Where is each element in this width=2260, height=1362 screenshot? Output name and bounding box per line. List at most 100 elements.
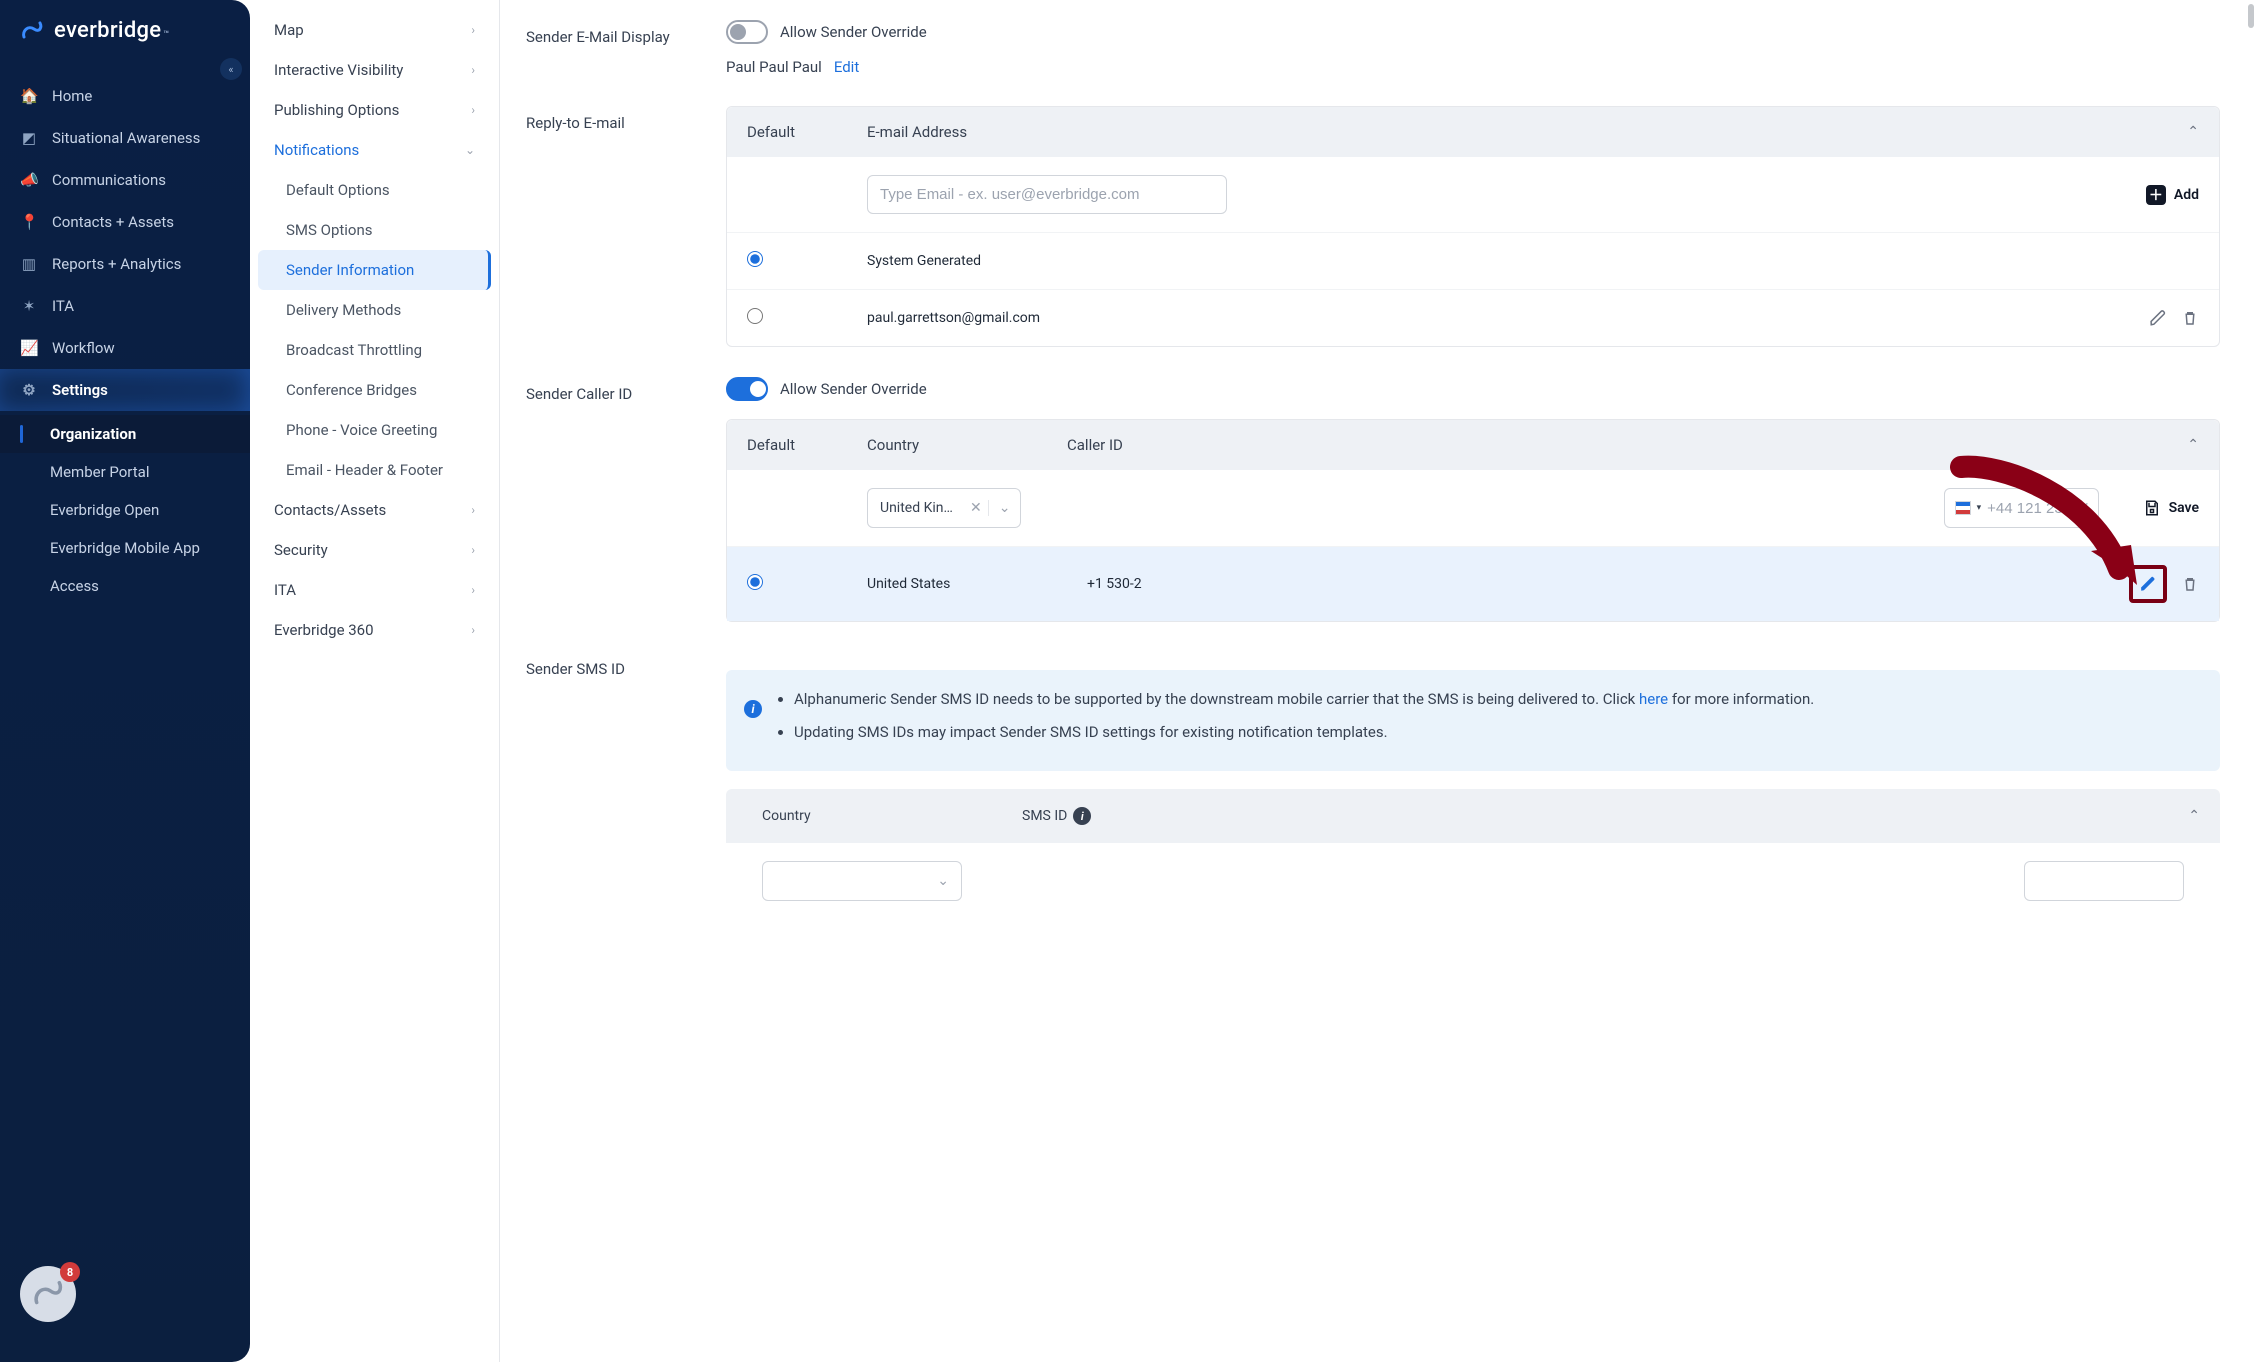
sms-id-input[interactable] [2024, 861, 2184, 901]
tree-phone-greeting[interactable]: Phone - Voice Greeting [258, 410, 491, 450]
tree-broadcast-throttling[interactable]: Broadcast Throttling [258, 330, 491, 370]
nav-label: Contacts + Assets [52, 213, 174, 231]
chevron-right-icon: › [471, 543, 475, 557]
allow-sender-override-email-toggle[interactable] [726, 20, 768, 44]
email-input[interactable] [867, 175, 1227, 214]
info-bullet: Updating SMS IDs may impact Sender SMS I… [794, 721, 2200, 744]
allow-override-email-text: Allow Sender Override [780, 23, 927, 41]
add-email-button[interactable]: ＋ Add [2146, 185, 2199, 205]
uk-flag-icon [1955, 501, 1971, 515]
save-caller-button[interactable]: Save [2143, 499, 2199, 517]
user-avatar[interactable]: 8 [20, 1266, 76, 1322]
caller-radio-us[interactable] [747, 574, 763, 590]
nav-ita[interactable]: ✶ITA [0, 285, 250, 327]
tree-publishing-options[interactable]: Publishing Options› [258, 90, 491, 130]
subnav-everbridge-open[interactable]: Everbridge Open [0, 491, 250, 529]
delete-icon[interactable] [2181, 575, 2199, 593]
caller-id-input[interactable] [1987, 500, 2088, 517]
sms-country-select[interactable]: ⌄ [762, 861, 962, 901]
tree-email-header-footer[interactable]: Email - Header & Footer [258, 450, 491, 490]
scrollbar-thumb[interactable] [2248, 4, 2254, 28]
tree-notifications[interactable]: Notifications⌄ [258, 130, 491, 170]
info-text: for more information. [1668, 690, 1814, 708]
tree-interactive-visibility[interactable]: Interactive Visibility › [258, 50, 491, 90]
sms-add-row: ⌄ [726, 843, 2220, 919]
tree-label: Security [274, 541, 328, 559]
edit-icon[interactable] [2149, 309, 2167, 327]
phone-country-dropdown[interactable]: ▾ [1977, 503, 1982, 513]
nav-reports-analytics[interactable]: ▥ Reports + Analytics [0, 243, 250, 285]
edit-sender-name-link[interactable]: Edit [834, 58, 859, 76]
collapse-panel-icon[interactable]: ⌃ [2188, 808, 2200, 824]
nav-communications[interactable]: 📣Communications [0, 159, 250, 201]
tree-label: Interactive Visibility [274, 61, 403, 79]
reply-row-custom: paul.garrettson@gmail.com [727, 290, 2219, 346]
primary-nav: 🏠Home ◩Situational Awareness 📣Communicat… [0, 75, 250, 411]
nav-contacts-assets[interactable]: 📍Contacts + Assets [0, 201, 250, 243]
tree-delivery-methods[interactable]: Delivery Methods [258, 290, 491, 330]
info-icon: i [744, 700, 762, 718]
collapse-panel-icon[interactable]: ⌃ [2187, 124, 2199, 140]
subnav-label: Access [50, 577, 99, 595]
info-text: Alphanumeric Sender SMS ID needs to be s… [794, 690, 1639, 708]
info-here-link[interactable]: here [1639, 690, 1668, 708]
tree-sub-label: Conference Bridges [286, 381, 417, 399]
tree-sender-information[interactable]: Sender Information [258, 250, 491, 290]
chevron-right-icon: › [471, 583, 475, 597]
main-content: Sender E-Mail Display Allow Sender Overr… [500, 0, 2260, 1362]
tree-conference-bridges[interactable]: Conference Bridges [258, 370, 491, 410]
tree-sms-options[interactable]: SMS Options [258, 210, 491, 250]
bar-chart-icon: ▥ [20, 255, 38, 273]
edit-icon[interactable] [2139, 575, 2157, 593]
clear-country-icon[interactable]: ✕ [964, 500, 988, 516]
scrollbar[interactable] [2248, 0, 2256, 1362]
delete-icon[interactable] [2181, 309, 2199, 327]
allow-sender-override-caller-toggle[interactable] [726, 377, 768, 401]
reply-email-value: System Generated [867, 253, 981, 269]
caller-id-value: +1 530-2 [1087, 576, 1142, 592]
add-email-row: ＋ Add [727, 157, 2219, 233]
reply-radio-custom[interactable] [747, 308, 763, 324]
subnav-organization[interactable]: Organization [0, 415, 250, 453]
reply-to-panel: Default E-mail Address ⌃ ＋ [726, 106, 2220, 347]
nav-workflow[interactable]: 📈Workflow [0, 327, 250, 369]
col-caller-id: Caller ID [1067, 436, 2199, 454]
save-label: Save [2169, 500, 2199, 516]
caller-id-input-wrap: ▾ [1944, 488, 2099, 528]
nav-label: Reports + Analytics [52, 255, 181, 273]
sender-name-text: Paul Paul Paul [726, 58, 822, 76]
tree-notifications-children: Default Options SMS Options Sender Infor… [258, 170, 491, 490]
subnav-member-portal[interactable]: Member Portal [0, 453, 250, 491]
avatar-container: 8 [0, 1246, 250, 1342]
collapse-sidebar-button[interactable]: « [220, 58, 242, 80]
allow-override-caller-text: Allow Sender Override [780, 380, 927, 398]
sender-email-display-label: Sender E-Mail Display [526, 20, 696, 46]
nav-situational-awareness[interactable]: ◩Situational Awareness [0, 117, 250, 159]
tree-contacts-assets[interactable]: Contacts/Assets› [258, 490, 491, 530]
subnav-mobile-app[interactable]: Everbridge Mobile App [0, 529, 250, 567]
tree-everbridge-360[interactable]: Everbridge 360› [258, 610, 491, 650]
country-select[interactable]: United King… ✕ ⌄ [867, 488, 1021, 528]
nav-settings[interactable]: ⚙Settings [0, 369, 250, 411]
tree-map[interactable]: Map› [258, 10, 491, 50]
plus-icon: ＋ [2146, 185, 2166, 205]
tree-label: Map [274, 21, 304, 39]
tree-label: ITA [274, 581, 296, 599]
caller-id-panel: Default Country Caller ID ⌃ United King…… [726, 419, 2220, 622]
subnav-access[interactable]: Access [0, 567, 250, 605]
reply-to-label: Reply-to E-mail [526, 106, 696, 132]
chevron-right-icon: › [471, 623, 475, 637]
chevron-right-icon: › [471, 63, 475, 77]
subnav-label: Everbridge Mobile App [50, 539, 200, 557]
help-icon[interactable]: i [1073, 807, 1091, 825]
settings-tree: Map› Interactive Visibility› Publishing … [250, 0, 500, 1362]
tree-ita[interactable]: ITA › [258, 570, 491, 610]
tree-default-options[interactable]: Default Options [258, 170, 491, 210]
collapse-panel-icon[interactable]: ⌃ [2187, 437, 2199, 453]
save-icon [2143, 499, 2161, 517]
chevron-down-icon[interactable]: ⌄ [988, 500, 1021, 516]
nav-home[interactable]: 🏠Home [0, 75, 250, 117]
col-country: Country [867, 436, 1067, 454]
reply-radio-system[interactable] [747, 251, 763, 267]
tree-security[interactable]: Security › [258, 530, 491, 570]
